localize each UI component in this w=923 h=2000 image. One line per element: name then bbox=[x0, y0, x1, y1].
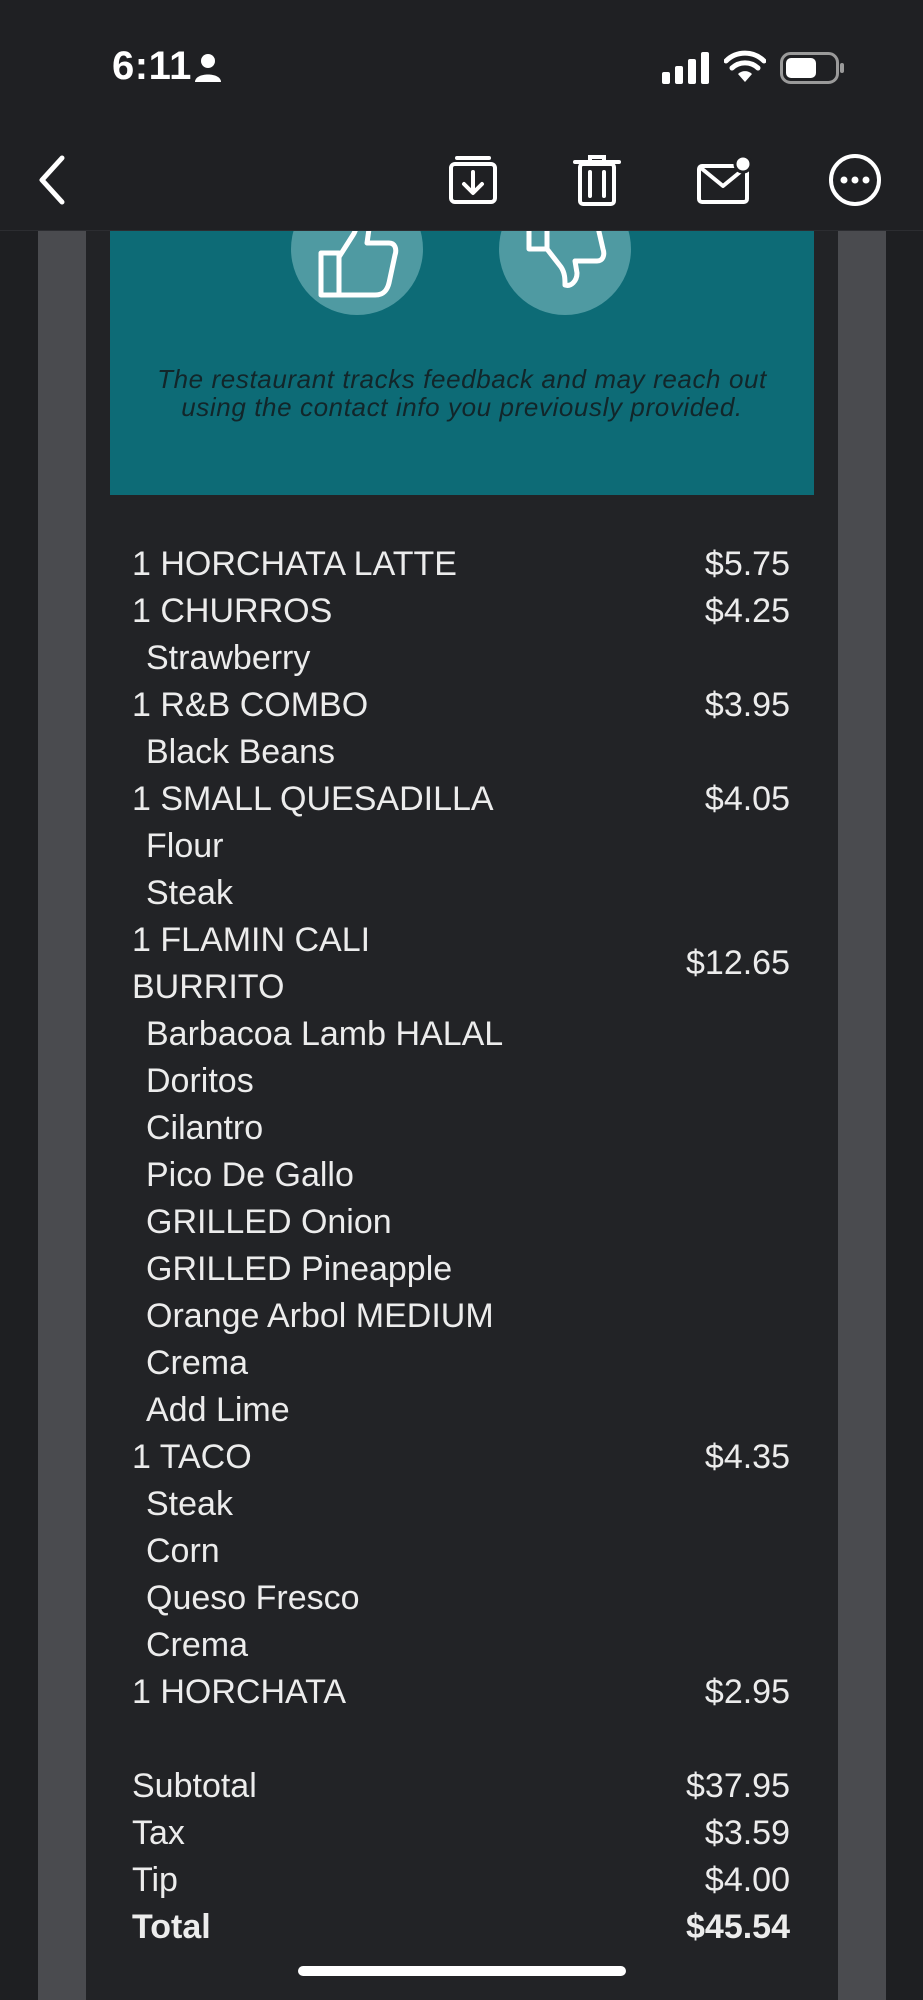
item-modifier: GRILLED Pineapple bbox=[146, 1250, 453, 1288]
item-price: $12.65 bbox=[686, 944, 790, 982]
trash-icon bbox=[573, 155, 621, 206]
item-modifier: Black Beans bbox=[146, 733, 335, 771]
item-name: 1 R&B COMBO bbox=[132, 686, 369, 724]
item-modifier: Flour bbox=[146, 827, 224, 865]
mail-toolbar bbox=[0, 130, 923, 231]
archive-button[interactable] bbox=[441, 148, 505, 212]
item-modifier: GRILLED Onion bbox=[146, 1203, 392, 1241]
item-modifier: Steak bbox=[146, 1485, 233, 1523]
mark-unread-button[interactable] bbox=[692, 148, 756, 212]
more-ellipsis-icon bbox=[829, 154, 881, 206]
feedback-panel: The restaurant tracks feedback and may r… bbox=[110, 231, 814, 495]
line-item: 1 TACO $4.35 bbox=[132, 1434, 790, 1481]
item-modifier: Barbacoa Lamb HALAL bbox=[146, 1015, 504, 1053]
line-item: 1 HORCHATA $2.95 bbox=[132, 1669, 790, 1716]
item-modifier: Queso Fresco bbox=[146, 1579, 360, 1617]
line-item: 1 SMALL QUESADILLA $4.05 bbox=[132, 776, 790, 823]
tax-row: Tax $3.59 bbox=[132, 1810, 790, 1857]
item-name: 1 HORCHATA bbox=[132, 1673, 347, 1711]
item-price: $4.35 bbox=[704, 1438, 790, 1476]
item-modifier: Crema bbox=[146, 1626, 249, 1664]
item-modifier: Crema bbox=[146, 1344, 249, 1382]
item-name: 1 TACO bbox=[132, 1438, 252, 1476]
total-row-value: $45.54 bbox=[686, 1908, 790, 1946]
total-row: Total $45.54 bbox=[132, 1904, 790, 1951]
receipt-items: 1 HORCHATA LATTE $5.75 1 CHURROS $4.25 Straw… bbox=[132, 541, 790, 1951]
item-price: $2.95 bbox=[704, 1673, 790, 1711]
trash-button[interactable] bbox=[565, 148, 629, 212]
tax-row-label: Tax bbox=[132, 1814, 185, 1852]
subtotal-row: Subtotal $37.95 bbox=[132, 1763, 790, 1810]
battery-icon bbox=[780, 52, 844, 84]
item-name: 1 SMALL QUESADILLA bbox=[132, 780, 494, 818]
line-item: 1 R&B COMBO $3.95 bbox=[132, 682, 790, 729]
subtotal-row-value: $37.95 bbox=[686, 1767, 790, 1805]
cellular-signal-icon bbox=[662, 52, 709, 84]
tip-row-label: Tip bbox=[132, 1861, 178, 1899]
item-modifier: Orange Arbol MEDIUM bbox=[146, 1297, 494, 1335]
tip-row-value: $4.00 bbox=[704, 1861, 790, 1899]
thumbs-up-button[interactable] bbox=[291, 231, 423, 315]
item-modifier: Cilantro bbox=[146, 1109, 264, 1147]
total-row-label: Total bbox=[132, 1908, 211, 1946]
item-name: 1 HORCHATA LATTE bbox=[132, 545, 457, 583]
person-icon bbox=[195, 54, 221, 82]
item-modifier: Add Lime bbox=[146, 1391, 290, 1429]
thumbs-up-icon bbox=[318, 231, 399, 298]
email-body: The restaurant tracks feedback and may r… bbox=[0, 231, 923, 2000]
line-item: 1 HORCHATA LATTE $5.75 bbox=[132, 541, 790, 588]
tax-row-value: $3.59 bbox=[704, 1814, 790, 1852]
item-price: $5.75 bbox=[704, 545, 790, 583]
subtotal-row-label: Subtotal bbox=[132, 1767, 257, 1805]
item-name: 1 FLAMIN CALI BURRITO bbox=[132, 921, 371, 1006]
back-button[interactable] bbox=[20, 148, 84, 212]
home-indicator bbox=[298, 1966, 626, 1976]
item-modifier: Corn bbox=[146, 1532, 220, 1570]
archive-download-icon bbox=[449, 156, 497, 204]
more-button[interactable] bbox=[823, 148, 887, 212]
item-price: $4.05 bbox=[704, 780, 790, 818]
thumbs-down-icon bbox=[526, 231, 607, 288]
feedback-note: The restaurant tracks feedback and may r… bbox=[157, 364, 767, 422]
status-time: 6:11 bbox=[112, 44, 192, 88]
tip-row: Tip $4.00 bbox=[132, 1857, 790, 1904]
item-modifier: Pico De Gallo bbox=[146, 1156, 354, 1194]
item-price: $3.95 bbox=[704, 686, 790, 724]
wifi-icon bbox=[724, 50, 766, 82]
status-bar: 6:11 bbox=[0, 0, 923, 130]
item-modifier: Strawberry bbox=[146, 639, 311, 677]
item-modifier: Steak bbox=[146, 874, 233, 912]
item-price: $4.25 bbox=[704, 592, 790, 630]
line-item: 1 FLAMIN CALI BURRITO $12.65 bbox=[132, 917, 790, 1011]
mail-unread-icon bbox=[697, 154, 752, 204]
chevron-left-icon bbox=[39, 155, 65, 205]
item-name: 1 CHURROS bbox=[132, 592, 333, 630]
line-item: 1 CHURROS $4.25 bbox=[132, 588, 790, 635]
item-modifier: Doritos bbox=[146, 1062, 254, 1100]
thumbs-down-button[interactable] bbox=[499, 231, 631, 315]
